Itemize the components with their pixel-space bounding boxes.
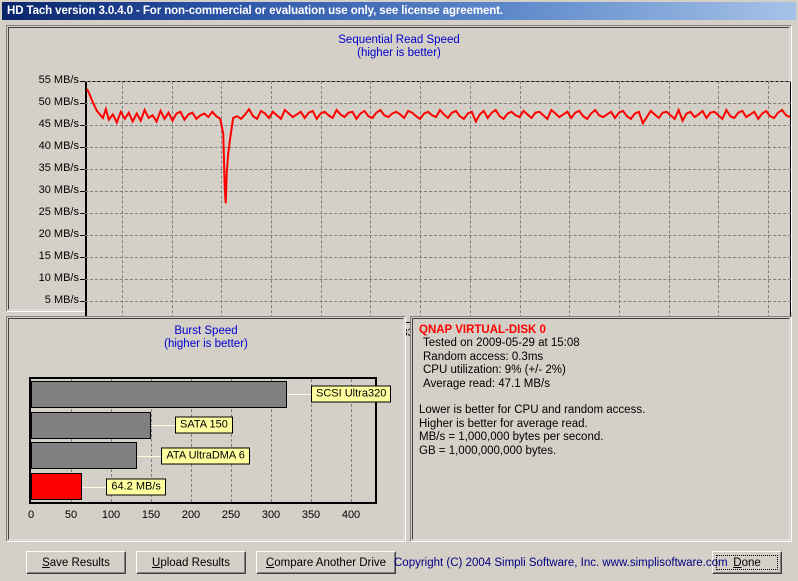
burst-x-tick-label: 300: [261, 509, 281, 521]
note-higher-better: Higher is better for average read.: [419, 417, 588, 430]
window-title: HD Tach version 3.0.4.0 - For non-commer…: [7, 5, 504, 17]
tested-on-line: Tested on 2009-05-29 at 15:08: [423, 337, 580, 349]
burst-bar-reference: [31, 380, 287, 408]
burst-callout-leader: [82, 486, 107, 488]
burst-bar-result: [31, 473, 83, 501]
sequential-read-panel: Sequential Read Speed (higher is better)…: [6, 25, 792, 339]
save-results-button[interactable]: Save Results: [26, 551, 126, 574]
burst-x-tick-label: 0: [27, 509, 35, 521]
sequential-y-tick-label: 45 MB/s: [38, 118, 79, 130]
sequential-y-tick-label: 10 MB/s: [38, 272, 79, 284]
sequential-y-tickmark: [80, 235, 85, 236]
save-button-label: ave Results: [49, 556, 110, 569]
burst-x-tick-label: 200: [181, 509, 201, 521]
average-read-line: Average read: 47.1 MB/s: [423, 377, 550, 390]
cpu-utilization-line: CPU utilization: 9% (+/- 2%): [423, 364, 566, 376]
sequential-y-tick-label: 30 MB/s: [38, 184, 79, 196]
drive-name: QNAP VIRTUAL-DISK 0: [419, 324, 546, 336]
burst-callout-label: 64.2 MB/s: [106, 478, 166, 496]
compare-button-label: ompare Another Drive: [274, 556, 387, 569]
burst-callout-leader: [137, 455, 162, 457]
note-mbs-definition: MB/s = 1,000,000 bytes per second.: [419, 431, 604, 443]
sequential-y-tick-label: 55 MB/s: [38, 74, 79, 86]
sequential-y-tickmark: [80, 125, 85, 126]
note-lower-better: Lower is better for CPU and random acces…: [419, 404, 646, 416]
save-button-accel: S: [42, 556, 50, 569]
burst-callout-leader: [287, 394, 311, 396]
upload-results-button[interactable]: Upload Results: [136, 551, 246, 574]
sequential-plot-area: [85, 81, 791, 323]
compare-another-drive-button[interactable]: Compare Another Drive: [256, 551, 396, 574]
burst-callout-label: ATA UltraDMA 6: [161, 447, 250, 465]
sequential-chart-subtitle: (higher is better): [357, 47, 441, 59]
burst-chart-subtitle: (higher is better): [164, 338, 248, 350]
sequential-y-tickmark: [80, 257, 85, 258]
sequential-y-tick-label: 25 MB/s: [38, 206, 79, 218]
window-titlebar: HD Tach version 3.0.4.0 - For non-commer…: [2, 2, 796, 20]
sequential-y-tickmark: [80, 81, 85, 82]
burst-callout-label: SCSI Ultra320: [311, 385, 392, 403]
copyright-text: Copyright (C) 2004 Simpli Software, Inc.…: [394, 557, 728, 569]
sequential-y-tickmark: [80, 169, 85, 170]
burst-x-tick-label: 250: [221, 509, 241, 521]
burst-x-tick-label: 400: [341, 509, 361, 521]
burst-x-tick-label: 100: [101, 509, 121, 521]
sequential-y-tickmark: [80, 213, 85, 214]
burst-callout-label: SATA 150: [175, 416, 233, 434]
sequential-y-tickmark: [80, 103, 85, 104]
burst-chart-title-line1: Burst Speed: [174, 325, 238, 337]
done-button-label: one: [741, 556, 761, 569]
upload-button-label: pload Results: [160, 556, 230, 569]
drive-info-panel: QNAP VIRTUAL-DISK 0 Tested on 2009-05-29…: [410, 316, 792, 542]
burst-speed-panel: Burst Speed (higher is better) SCSI Ultr…: [6, 316, 406, 542]
sequential-chart-title-line1: Sequential Read Speed: [338, 34, 460, 46]
sequential-y-tick-label: 40 MB/s: [38, 140, 79, 152]
sequential-y-tickmark: [80, 279, 85, 280]
sequential-line-series: [86, 88, 791, 204]
sequential-y-tickmark: [80, 147, 85, 148]
note-gb-definition: GB = 1,000,000,000 bytes.: [419, 444, 557, 457]
sequential-y-tickmark: [80, 301, 85, 302]
burst-callout-leader: [151, 425, 175, 427]
compare-button-accel: C: [265, 556, 275, 569]
sequential-y-tickmark: [80, 191, 85, 192]
burst-x-tick-label: 50: [64, 509, 78, 521]
random-access-line: Random access: 0.3ms: [423, 350, 544, 363]
sequential-y-tick-label: 5 MB/s: [44, 294, 79, 306]
sequential-y-tick-label: 35 MB/s: [38, 162, 79, 174]
sequential-y-tick-label: 20 MB/s: [38, 228, 79, 240]
sequential-y-tick-label: 15 MB/s: [38, 250, 79, 262]
hd-tach-window: HD Tach version 3.0.4.0 - For non-commer…: [0, 0, 798, 581]
burst-x-tick-label: 350: [301, 509, 321, 521]
drive-info-content: QNAP VIRTUAL-DISK 0 Tested on 2009-05-29…: [419, 323, 785, 458]
burst-bar-reference: [31, 411, 151, 439]
burst-x-tick-label: 150: [141, 509, 161, 521]
done-button-accel: D: [733, 556, 742, 569]
burst-bar-reference: [31, 442, 138, 470]
sequential-y-tick-label: 50 MB/s: [38, 96, 79, 108]
